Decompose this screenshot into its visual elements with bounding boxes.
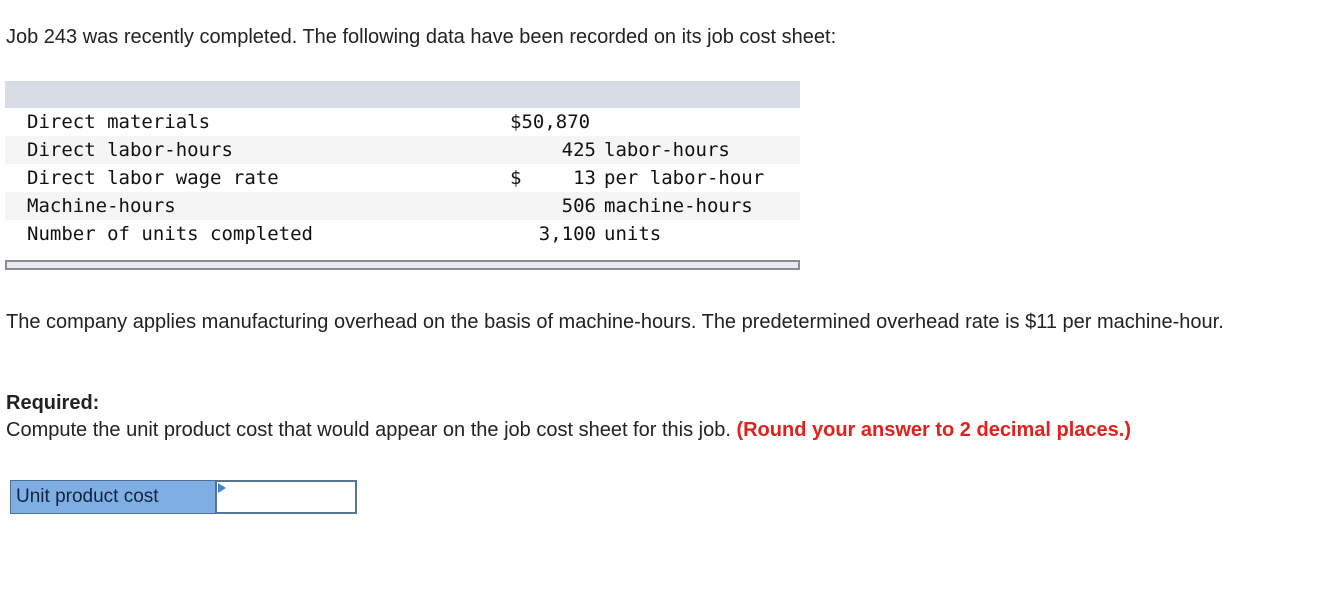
table-row: Machine-hours 506 machine-hours (5, 192, 800, 220)
row-unit: per labor-hour (604, 167, 765, 189)
unit-product-cost-input[interactable] (217, 482, 359, 514)
unit-product-cost-label: Unit product cost (10, 480, 216, 514)
table-row: Direct materials $50,870 (5, 108, 800, 136)
row-currency: $ (510, 167, 522, 189)
row-unit: machine-hours (596, 192, 800, 220)
table-row: Direct labor wage rate $13 per labor-hour (5, 164, 800, 192)
table-row: Direct labor-hours 425 labor-hours (5, 136, 800, 164)
table-footer-bar (5, 260, 800, 270)
row-currency (487, 136, 536, 164)
rounding-note: (Round your answer to 2 decimal places.) (736, 419, 1131, 441)
unit-product-cost-field[interactable] (216, 480, 359, 514)
row-amount: 13 (573, 167, 596, 189)
row-unit (596, 108, 800, 136)
row-amount: 425 (536, 136, 596, 164)
required-heading: Required: (6, 392, 100, 414)
row-label: Machine-hours (5, 192, 487, 220)
row-label: Direct materials (27, 111, 211, 133)
intro-text: Job 243 was recently completed. The foll… (6, 26, 837, 48)
row-currency: $50,870 (510, 111, 591, 133)
row-label: Number of units completed (27, 223, 313, 245)
row-label: Direct labor wage rate (27, 167, 279, 189)
required-section: Required: Compute the unit product cost … (6, 390, 1131, 444)
job-cost-table: Direct materials $50,870 Direct labor-hour… (5, 81, 800, 270)
overhead-paragraph: The company applies manufacturing overhe… (6, 311, 1224, 333)
table-header-bar (5, 81, 800, 108)
row-currency (487, 220, 536, 248)
row-amount: 506 (536, 192, 596, 220)
table-row: Number of units completed 3,100 units (5, 220, 800, 248)
row-label: Direct labor-hours (5, 136, 487, 164)
input-corner-marker-icon (218, 483, 226, 493)
required-text: Compute the unit product cost that would… (6, 419, 731, 441)
row-currency (487, 192, 536, 220)
row-unit: units (604, 223, 662, 245)
row-amount: 3,100 (538, 223, 596, 245)
answer-row: Unit product cost (10, 480, 359, 514)
row-unit: labor-hours (596, 136, 800, 164)
